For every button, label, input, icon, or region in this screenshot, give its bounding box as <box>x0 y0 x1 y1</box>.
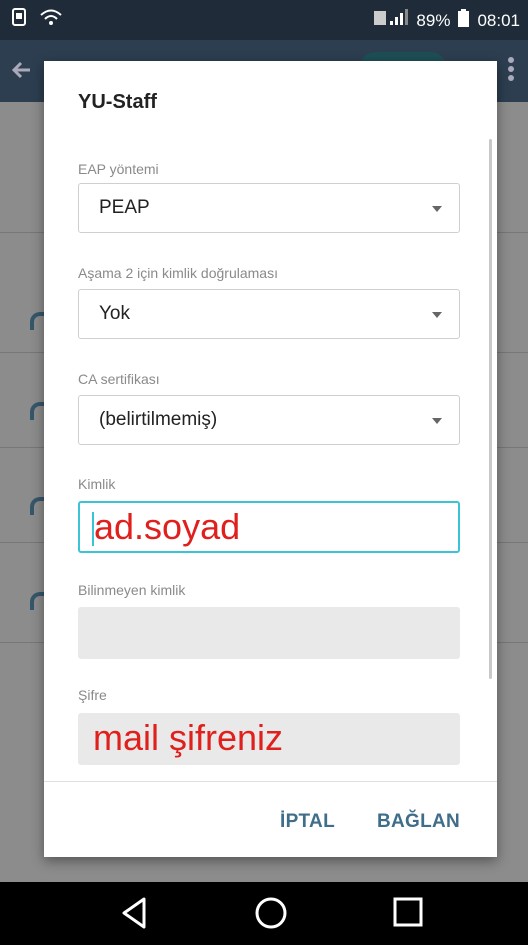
ca-cert-value: (belirtilmemiş) <box>99 409 218 430</box>
ca-cert-dropdown[interactable]: (belirtilmemiş) <box>78 395 460 445</box>
phase2-auth-dropdown[interactable]: Yok <box>78 289 460 339</box>
phase2-auth-label: Aşama 2 için kimlik doğrulaması <box>78 265 278 281</box>
chevron-down-icon <box>432 418 442 424</box>
scrollbar[interactable] <box>489 139 492 679</box>
sim-icon <box>12 8 26 31</box>
signal-icon <box>374 9 409 32</box>
status-bar: 89% 08:01 <box>0 0 528 40</box>
phase2-auth-value: Yok <box>99 303 130 324</box>
eap-method-value: PEAP <box>99 197 150 218</box>
battery-percent: 89% <box>416 10 451 30</box>
chevron-down-icon <box>432 312 442 318</box>
back-icon[interactable] <box>119 896 149 935</box>
chevron-down-icon <box>432 206 442 212</box>
dialog-title: YU-Staff <box>78 91 157 113</box>
password-field[interactable]: mail şifreniz <box>78 713 460 765</box>
anonymous-identity-field[interactable] <box>78 607 460 659</box>
connect-button[interactable]: BAĞLAN <box>377 811 460 833</box>
battery-icon <box>458 9 470 32</box>
wifi-icon <box>40 8 62 31</box>
identity-value: ad.soyad <box>94 506 241 547</box>
ca-cert-label: CA sertifikası <box>78 371 160 387</box>
password-value: mail şifreniz <box>93 717 284 758</box>
anonymous-identity-label: Bilinmeyen kimlik <box>78 582 186 598</box>
dialog-divider <box>44 781 497 782</box>
wifi-connect-dialog: YU-Staff EAP yöntemi PEAP Aşama 2 için k… <box>44 61 497 857</box>
back-arrow-icon[interactable] <box>10 58 34 87</box>
overflow-menu-icon[interactable] <box>508 56 514 87</box>
clock: 08:01 <box>477 10 520 30</box>
password-label: Şifre <box>78 687 107 703</box>
identity-label: Kimlik <box>78 476 116 492</box>
recents-icon[interactable] <box>392 896 424 933</box>
home-icon[interactable] <box>254 896 288 935</box>
eap-method-dropdown[interactable]: PEAP <box>78 183 460 233</box>
cancel-button[interactable]: İPTAL <box>280 811 335 833</box>
navigation-bar <box>0 882 528 945</box>
identity-field[interactable]: ad.soyad <box>78 501 460 553</box>
eap-method-label: EAP yöntemi <box>78 161 159 177</box>
